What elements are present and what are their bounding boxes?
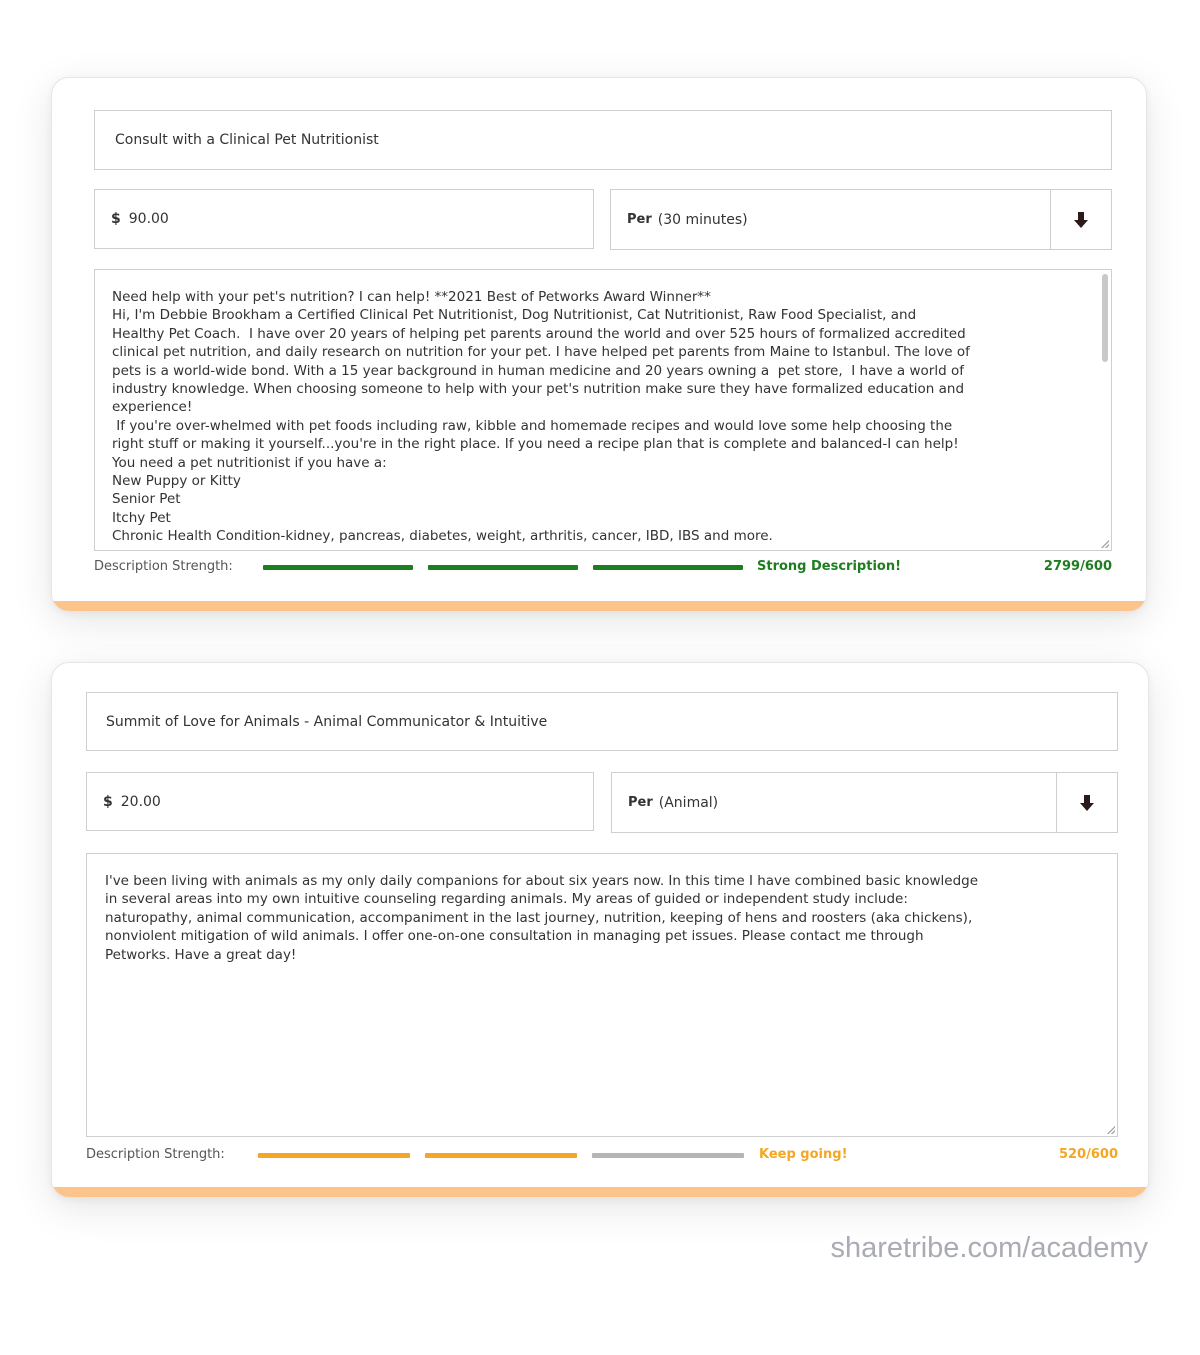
per-label: Per — [628, 795, 653, 810]
character-count: 520/600 — [1058, 1147, 1118, 1162]
strength-status: Keep going! — [759, 1147, 848, 1162]
description-textarea[interactable]: I've been living with animals as my only… — [86, 853, 1118, 1137]
strength-bar-2 — [425, 1153, 577, 1158]
description-strength-meter: Description Strength: Keep going! 520/60… — [86, 1145, 1118, 1165]
per-unit-select[interactable]: Per (30 minutes) — [610, 189, 1112, 250]
per-value: (30 minutes) — [657, 211, 748, 228]
listing-title-text: Consult with a Clinical Pet Nutritionist — [115, 132, 379, 148]
listing-card-1: Consult with a Clinical Pet Nutritionist… — [51, 77, 1147, 612]
currency-symbol: $ — [103, 793, 113, 810]
card-accent-bar — [52, 601, 1146, 611]
dropdown-arrow-button[interactable] — [1056, 773, 1117, 832]
price-field[interactable]: $ 90.00 — [94, 189, 594, 249]
listing-title-field[interactable]: Summit of Love for Animals - Animal Comm… — [86, 692, 1118, 751]
description-text: Need help with your pet's nutrition? I c… — [112, 289, 970, 545]
per-unit-select[interactable]: Per (Animal) — [611, 772, 1118, 833]
listing-card-2: Summit of Love for Animals - Animal Comm… — [51, 662, 1149, 1198]
arrow-down-icon — [1080, 794, 1094, 811]
price-value: 20.00 — [120, 793, 161, 810]
strength-bar-1 — [258, 1153, 410, 1158]
listing-title-text: Summit of Love for Animals - Animal Comm… — [106, 713, 548, 730]
resize-handle-icon[interactable] — [1107, 1126, 1115, 1134]
strength-status: Strong Description! — [757, 559, 902, 574]
per-label: Per — [627, 212, 652, 227]
card-accent-bar — [52, 1187, 1148, 1197]
watermark-text: sharetribe.com/academy — [830, 1232, 1148, 1264]
price-value: 90.00 — [128, 211, 169, 227]
strength-bar-1 — [263, 565, 413, 570]
character-count: 2799/600 — [1043, 559, 1112, 574]
dropdown-arrow-button[interactable] — [1050, 190, 1111, 249]
resize-handle-icon[interactable] — [1101, 540, 1109, 548]
per-value: (Animal) — [658, 794, 719, 811]
description-strength-meter: Description Strength: Strong Description… — [94, 557, 1112, 577]
description-text: I've been living with animals as my only… — [105, 873, 979, 963]
strength-bar-3 — [592, 1153, 744, 1158]
strength-bar-3 — [593, 565, 743, 570]
arrow-down-icon — [1074, 211, 1088, 228]
price-field[interactable]: $ 20.00 — [86, 772, 594, 831]
description-textarea[interactable]: Need help with your pet's nutrition? I c… — [94, 269, 1112, 551]
currency-symbol: $ — [111, 211, 121, 227]
textarea-scrollbar[interactable] — [1102, 274, 1108, 362]
strength-bar-2 — [428, 565, 578, 570]
listing-title-field[interactable]: Consult with a Clinical Pet Nutritionist — [94, 110, 1112, 170]
strength-label: Description Strength: — [86, 1147, 225, 1162]
strength-label: Description Strength: — [94, 559, 233, 574]
